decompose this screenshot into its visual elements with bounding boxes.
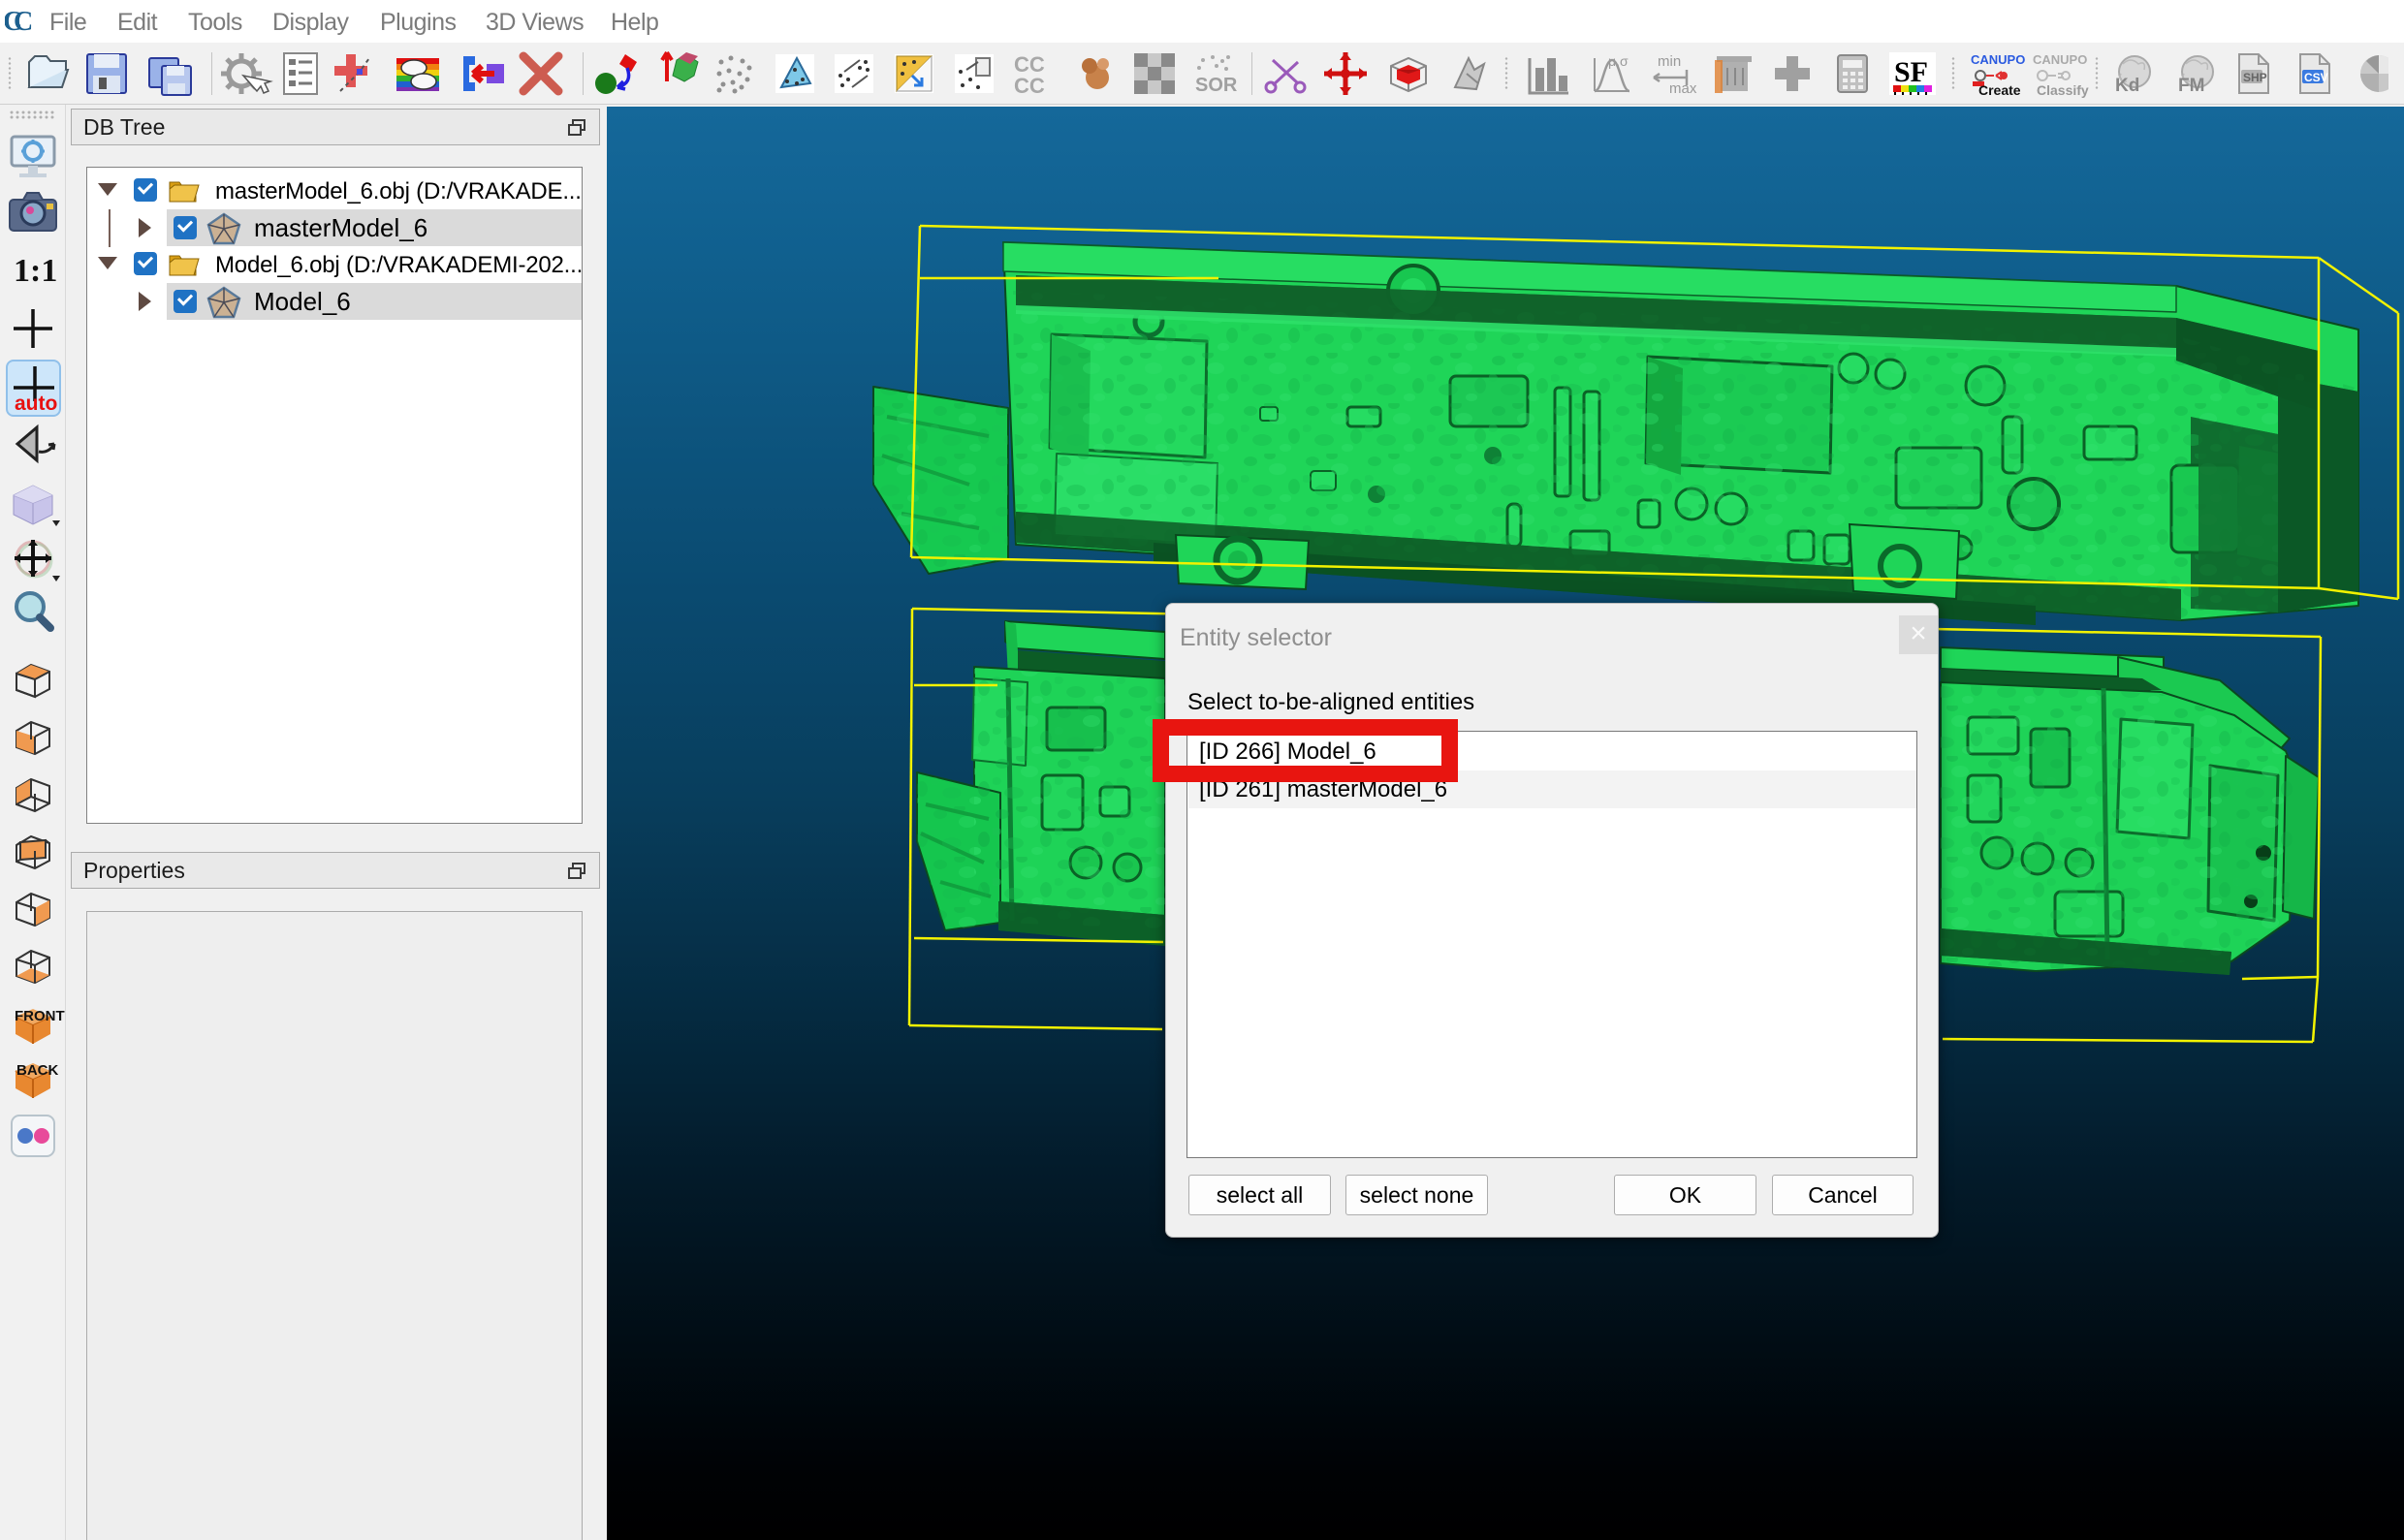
svg-text:Kd: Kd	[2115, 76, 2139, 96]
svg-text:FM: FM	[2178, 76, 2204, 96]
svg-text:SOR: SOR	[1195, 75, 1238, 96]
svg-text:max: max	[1669, 80, 1697, 97]
svg-text:CANUPO: CANUPO	[1971, 52, 2025, 67]
svg-text:CC: CC	[1014, 74, 1045, 98]
svg-text:1:1: 1:1	[14, 253, 57, 289]
svg-text:Classify: Classify	[2037, 82, 2089, 98]
svg-text:μ,σ: μ,σ	[1608, 53, 1629, 69]
svg-text:auto: auto	[15, 393, 57, 415]
svg-text:C: C	[14, 7, 33, 35]
svg-text:SHP: SHP	[2243, 71, 2267, 84]
svg-text:Create: Create	[1978, 82, 2021, 98]
svg-text:BACK: BACK	[16, 1062, 58, 1079]
svg-text:min: min	[1658, 53, 1681, 70]
svg-text:FRONT: FRONT	[15, 1008, 65, 1024]
svg-text:CANUPO: CANUPO	[2033, 52, 2087, 67]
svg-text:SF: SF	[1894, 56, 1928, 88]
svg-text:CSV: CSV	[2304, 71, 2328, 84]
